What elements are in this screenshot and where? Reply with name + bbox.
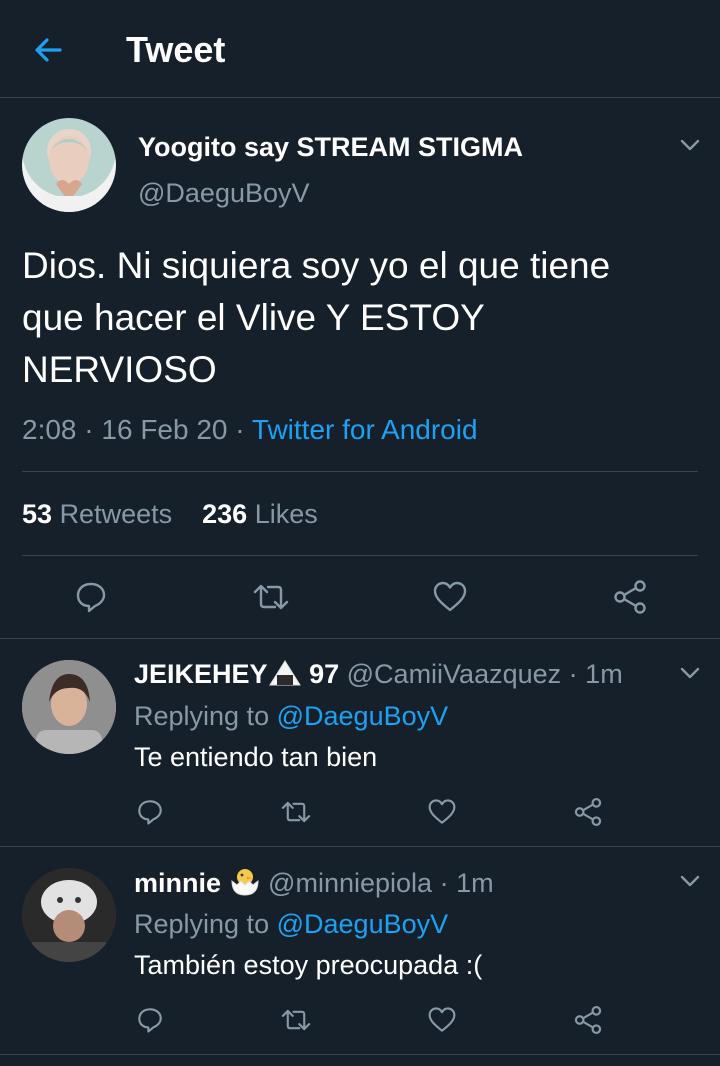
reply-header: JEIKEHEY 97 @CamiiVaazquez · 1m [134, 658, 623, 694]
share-button[interactable] [570, 794, 606, 830]
reply-author-name[interactable]: JEIKEHEY [134, 659, 268, 689]
divider [22, 471, 698, 472]
chevron-down-icon[interactable] [678, 661, 702, 685]
share-button[interactable] [570, 1002, 606, 1038]
replying-label: Replying to [134, 909, 270, 939]
retweets-label: Retweets [59, 499, 173, 529]
tweet-source-link[interactable]: Twitter for Android [252, 414, 478, 445]
arrow-left-icon [35, 38, 62, 62]
likes-stat[interactable]: 236 Likes [202, 499, 318, 529]
share-icon [574, 798, 602, 826]
author-name[interactable]: Yoogito say STREAM STIGMA [138, 131, 523, 163]
reply-icon [76, 582, 106, 613]
tweet-time: 2:08 [22, 414, 77, 445]
reply-button[interactable] [132, 794, 168, 830]
heart-icon [428, 799, 456, 824]
avatar-image [22, 868, 116, 962]
reply-author-handle[interactable]: @CamiiVaazquez [347, 659, 562, 689]
reply-text: También estoy preocupada :( [134, 950, 483, 980]
tweet-date: 16 Feb 20 [101, 414, 228, 445]
author-avatar[interactable] [22, 118, 116, 212]
reply-time: 1m [456, 868, 494, 898]
replying-label: Replying to [134, 701, 270, 731]
like-button[interactable] [424, 794, 460, 830]
reply-icon [138, 1008, 162, 1033]
divider [0, 638, 720, 639]
rice-ball-icon [268, 659, 302, 694]
divider [0, 846, 720, 847]
reply-button[interactable] [132, 1002, 168, 1038]
tweet-text: Dios. Ni siquiera soy yo el que tiene qu… [22, 245, 611, 390]
share-button[interactable] [609, 576, 651, 618]
retweets-count: 53 [22, 499, 53, 529]
chevron-down-icon[interactable] [678, 133, 702, 157]
replying-to: Replying to @DaeguBoyV [134, 700, 448, 732]
retweet-button[interactable] [250, 576, 292, 618]
reply-time: 1m [585, 659, 623, 689]
share-icon [614, 580, 646, 614]
like-button[interactable] [424, 1002, 460, 1038]
replying-mention-link[interactable]: @DaeguBoyV [277, 701, 449, 731]
reply-separator: · [568, 659, 578, 689]
reply-author-handle[interactable]: @minniepiola [268, 868, 432, 898]
reply-text: Te entiendo tan bien [134, 742, 378, 772]
likes-count: 236 [202, 499, 248, 529]
heart-icon [428, 1007, 456, 1032]
reply-avatar[interactable] [22, 660, 116, 754]
replying-to: Replying to @DaeguBoyV [134, 908, 448, 940]
reply-author-name-suffix[interactable]: 97 [309, 659, 339, 689]
share-icon [574, 1006, 602, 1034]
back-button[interactable] [28, 30, 68, 70]
reply-separator: · [439, 868, 449, 898]
heart-icon [433, 581, 467, 612]
divider [22, 555, 698, 556]
author-handle[interactable]: @DaeguBoyV [138, 177, 310, 209]
tweet-stats: 53 Retweets 236 Likes [22, 497, 318, 531]
reply-header: minnie @minniepiola · 1m [134, 866, 494, 903]
reply-icon [138, 800, 162, 825]
like-button[interactable] [429, 576, 471, 618]
replying-mention-link[interactable]: @DaeguBoyV [277, 909, 449, 939]
retweets-stat[interactable]: 53 Retweets [22, 499, 172, 529]
meta-separator: · [235, 414, 245, 445]
reply-author-name[interactable]: minnie [134, 868, 221, 898]
divider [0, 1054, 720, 1055]
retweet-button[interactable] [278, 794, 314, 830]
likes-label: Likes [254, 499, 318, 529]
retweet-button[interactable] [278, 1002, 314, 1038]
reply-button[interactable] [70, 576, 112, 618]
top-bar: Tweet [0, 0, 720, 98]
avatar-image [42, 136, 96, 212]
reply-avatar[interactable] [22, 868, 116, 962]
retweet-icon [281, 801, 311, 823]
meta-separator: · [84, 414, 94, 445]
page-title: Tweet [126, 29, 226, 70]
retweet-icon [281, 1009, 311, 1031]
tweet-meta: 2:08 · 16 Feb 20 · Twitter for Android [22, 412, 478, 448]
avatar-image [22, 660, 116, 754]
retweet-icon [253, 584, 289, 610]
hatching-chick-icon [229, 866, 261, 903]
chevron-down-icon[interactable] [678, 869, 702, 893]
